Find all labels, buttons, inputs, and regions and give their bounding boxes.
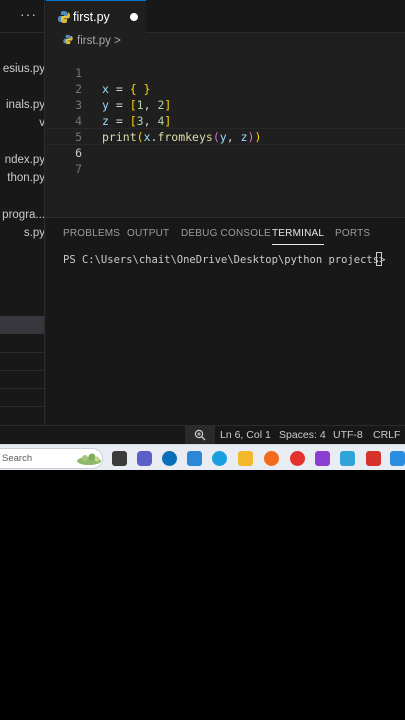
divider [0, 406, 44, 407]
firefox-icon[interactable] [264, 451, 279, 466]
windows-taskbar: Search [0, 444, 405, 470]
tab-debug-console[interactable]: DEBUG CONSOLE [181, 228, 271, 239]
tab-terminal[interactable]: TERMINAL [272, 228, 325, 245]
indentation[interactable]: Spaces: 4 [279, 429, 326, 441]
divider [0, 370, 44, 371]
dell-icon[interactable] [162, 451, 177, 466]
vscode-window: ··· esius.py inals.py v ndex.py thon.py … [0, 0, 405, 470]
tab-first-py[interactable]: first.py [46, 0, 146, 33]
code-line: 4 print(x.fromkeys(y, z)) [46, 97, 405, 144]
status-bar: Ln 6, Col 1 Spaces: 4 UTF-8 CRLF [0, 425, 405, 445]
code-line: 3 z = [3, 4] [46, 81, 405, 128]
explorer-sidebar: ··· esius.py inals.py v ndex.py thon.py … [0, 0, 45, 425]
terminal-prompt[interactable]: PS C:\Users\chait\OneDrive\Desktop\pytho… [63, 254, 385, 266]
wps-icon[interactable] [366, 451, 381, 466]
breadcrumb-file: first.py [77, 35, 111, 47]
file-item[interactable]: v [0, 114, 45, 132]
file-item[interactable]: inals.py [0, 96, 45, 114]
file-explorer-icon[interactable] [238, 451, 253, 466]
file-item-label: esius.py [2, 63, 45, 75]
code-line-active: 6 [46, 128, 405, 160]
clipchamp-icon[interactable] [315, 451, 330, 466]
unsaved-dot-icon[interactable] [130, 13, 138, 21]
file-item-label: inals.py [6, 99, 45, 111]
code-line: 5 [46, 113, 405, 144]
encoding[interactable]: UTF-8 [333, 429, 363, 441]
divider [0, 352, 44, 353]
file-item-label: s.py [23, 227, 45, 239]
line-number: 7 [75, 162, 82, 176]
tab-problems[interactable]: PROBLEMS [63, 228, 120, 239]
breadcrumb-separator: > [114, 35, 121, 47]
python-file-icon [58, 11, 70, 23]
file-item[interactable]: progra... [0, 206, 45, 224]
zoom-icon [194, 429, 206, 441]
file-item-label: v [39, 117, 45, 129]
video-letterbox [0, 470, 405, 720]
task-view-icon[interactable] [112, 451, 127, 466]
tab-ports[interactable]: PORTS [335, 228, 370, 239]
more-actions-icon[interactable]: ··· [20, 6, 37, 22]
taskbar-search[interactable]: Search [0, 448, 103, 469]
search-highlight-icon [77, 453, 101, 465]
code-editor[interactable]: 1 x = { } 2 y = [1, 2] 3 z = [3, 4] 4 pr… [46, 49, 405, 217]
store-icon[interactable] [187, 451, 202, 466]
search-placeholder: Search [2, 453, 33, 464]
editor-tab-bar: first.py [46, 0, 405, 33]
breadcrumb[interactable]: first.py > [63, 33, 121, 49]
cursor-position[interactable]: Ln 6, Col 1 [220, 429, 271, 441]
terminal-cursor [376, 252, 382, 266]
file-item[interactable]: s.py [0, 224, 45, 242]
divider [0, 388, 44, 389]
tab-output[interactable]: OUTPUT [127, 228, 169, 239]
file-item-label: progra... [2, 209, 45, 221]
python-file-icon [63, 34, 73, 45]
chrome-icon[interactable] [290, 451, 305, 466]
code-line: 7 [46, 145, 405, 176]
file-item-label: thon.py [7, 172, 45, 184]
file-item[interactable]: thon.py [0, 169, 45, 187]
teams-icon[interactable] [137, 451, 152, 466]
notepad-icon[interactable] [340, 451, 355, 466]
bottom-panel: PROBLEMS OUTPUT DEBUG CONSOLE TERMINAL P… [46, 217, 405, 425]
file-item-label: ndex.py [4, 154, 45, 166]
selected-row[interactable] [0, 316, 44, 334]
edge-icon[interactable] [212, 451, 227, 466]
vscode-icon[interactable] [390, 451, 405, 466]
code-line: 2 y = [1, 2] [46, 65, 405, 112]
file-item[interactable]: esius.py [0, 60, 45, 78]
code-line: 1 x = { } [46, 49, 405, 96]
file-item[interactable]: ndex.py [0, 151, 45, 169]
line-ending[interactable]: CRLF [373, 429, 400, 441]
zoom-button[interactable] [185, 426, 215, 445]
tab-label: first.py [73, 10, 110, 24]
